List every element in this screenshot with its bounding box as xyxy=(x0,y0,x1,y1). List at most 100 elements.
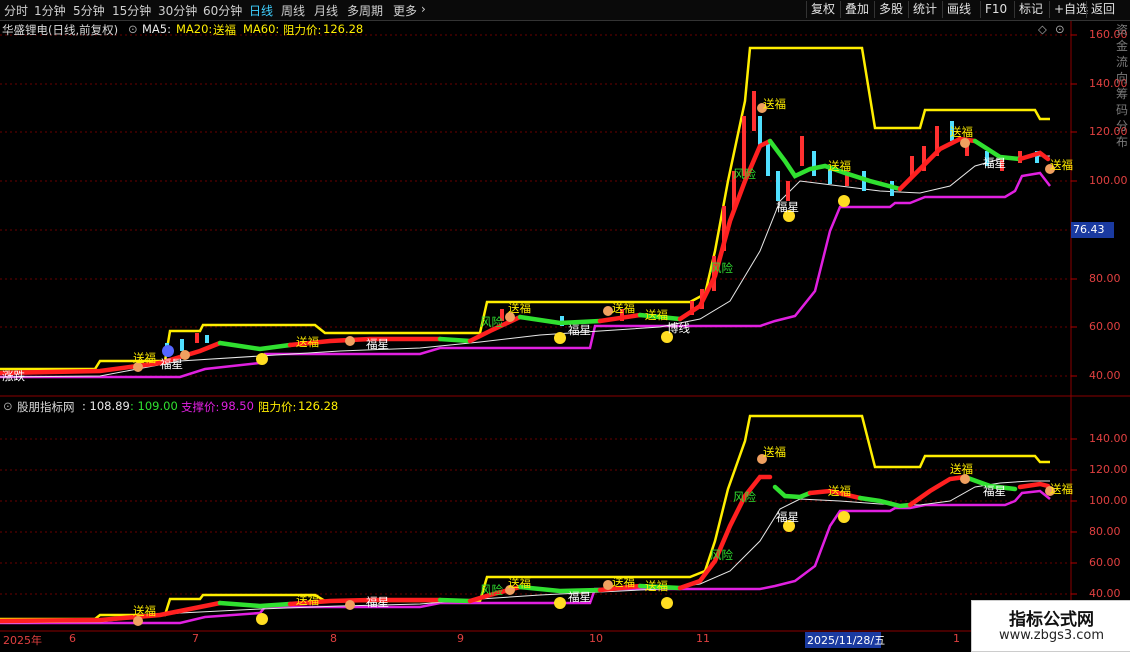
y-tick: 100.00 xyxy=(1089,174,1128,187)
candlesticks xyxy=(165,91,1039,353)
signal-label: 送福 xyxy=(296,593,319,607)
signal-label: 风险 xyxy=(710,548,733,562)
signal-label: 送福 xyxy=(133,604,156,618)
main-trend-line xyxy=(0,136,1051,376)
signal-label: 送福 xyxy=(612,575,635,589)
tab-multi-period[interactable]: 多周期 xyxy=(347,2,383,19)
signal-label: 福星 xyxy=(568,323,591,337)
signal-label: 送福 xyxy=(645,579,668,593)
signal-label: 送福 xyxy=(950,462,973,476)
y-tick: 140.00 xyxy=(1089,432,1128,445)
signal-label: 涨跌 xyxy=(2,369,25,383)
sub-value1: : 108.89 xyxy=(82,399,130,413)
y-tick: 60.00 xyxy=(1089,320,1121,333)
support-value: 98.50 xyxy=(221,399,254,413)
y-tick: 80.00 xyxy=(1089,525,1121,538)
signal-label: 风险 xyxy=(480,583,503,597)
resistance-value: 126.28 xyxy=(323,22,364,36)
signal-label: 福星 xyxy=(160,357,183,371)
y-tick: 120.00 xyxy=(1089,463,1128,476)
signal-label: 博线 xyxy=(667,321,690,335)
multi-stock-button[interactable]: 多股 xyxy=(874,1,907,18)
x-tick: 7 xyxy=(192,632,199,645)
draw-line-button[interactable]: 画线 xyxy=(942,1,975,18)
tab-1min[interactable]: 1分钟 xyxy=(34,2,66,19)
sub-resistance-label: 阻力价: xyxy=(258,400,297,414)
y-tick: 40.00 xyxy=(1089,587,1121,600)
ma60-label: MA60: xyxy=(243,22,280,36)
sub-panel-title: 股朋指标网 xyxy=(17,400,75,414)
tab-monthly[interactable]: 月线 xyxy=(314,2,338,19)
diamond-icon[interactable]: ◇ xyxy=(1038,22,1047,36)
x-tick: 10 xyxy=(589,632,603,645)
signal-label: 福星 xyxy=(983,156,1006,170)
adjust-button[interactable]: 复权 xyxy=(806,1,839,18)
watermark: 指标公式网 www.zbgs3.com xyxy=(971,600,1130,652)
overlay-button[interactable]: 叠加 xyxy=(840,1,873,18)
tab-60min[interactable]: 60分钟 xyxy=(203,2,242,19)
resistance-label: 阻力价: xyxy=(283,23,322,37)
support-label: 支撑价: xyxy=(181,400,220,414)
stats-button[interactable]: 统计 xyxy=(908,1,941,18)
x-tick: 11 xyxy=(696,632,710,645)
chevron-right-icon[interactable]: › xyxy=(421,2,426,16)
signal-label: 送福 xyxy=(296,335,319,349)
signal-label: 福星 xyxy=(776,510,799,524)
tab-more[interactable]: 更多 xyxy=(393,2,417,19)
period-toolbar: 分时 1分钟 5分钟 15分钟 30分钟 60分钟 日线 周线 月线 多周期 更… xyxy=(0,0,1130,21)
main-panel-title: 华盛锂电(日线,前复权) xyxy=(2,23,119,37)
signal-label: 送福 xyxy=(828,484,851,498)
x-tick: 9 xyxy=(457,632,464,645)
signal-label: 送福 xyxy=(763,97,786,111)
tab-daily[interactable]: 日线 xyxy=(249,2,273,19)
tab-timeshare[interactable]: 分时 xyxy=(4,2,28,19)
back-button[interactable]: 返回 xyxy=(1086,1,1119,18)
signal-label: 福星 xyxy=(776,200,799,214)
f10-button[interactable]: F10 xyxy=(980,1,1011,18)
x-tick: 8 xyxy=(330,632,337,645)
signal-label: 福星 xyxy=(366,337,389,351)
signal-label: 送福 xyxy=(763,445,786,459)
signal-label: 福星 xyxy=(983,484,1006,498)
signal-label: 送福 xyxy=(1050,158,1073,172)
indicator-toggle-icon[interactable]: ⊙ xyxy=(128,22,138,36)
current-price-tag: 76.43 xyxy=(1071,222,1114,238)
signal-label: 风险 xyxy=(480,315,503,329)
ma20-label: MA20: xyxy=(176,22,213,36)
ma20-value: 送福 xyxy=(213,23,236,37)
sub-trend-line xyxy=(0,474,1051,624)
signal-label: 送福 xyxy=(645,308,668,322)
settings-icon[interactable]: ⊙ xyxy=(1055,22,1065,36)
tab-weekly[interactable]: 周线 xyxy=(281,2,305,19)
signal-label: 送福 xyxy=(828,159,851,173)
sub-indicator-toggle-icon[interactable]: ⊙ xyxy=(3,399,13,413)
signal-label: 送福 xyxy=(508,301,531,315)
x-tick-current-date: 2025/11/28/五 xyxy=(807,634,886,647)
side-panel-tabs[interactable]: 资金流向筹码分布 xyxy=(1116,22,1130,150)
grid xyxy=(0,34,1071,595)
tab-15min[interactable]: 15分钟 xyxy=(112,2,151,19)
signal-label: 送福 xyxy=(950,125,973,139)
sub-support-line xyxy=(0,489,1051,625)
sub-signal-markers xyxy=(133,454,1055,626)
y-tick: 100.00 xyxy=(1089,494,1128,507)
mark-button[interactable]: 标记 xyxy=(1014,1,1047,18)
y-tick: 80.00 xyxy=(1089,272,1121,285)
signal-label: 送福 xyxy=(1050,482,1073,496)
kline-chart[interactable] xyxy=(0,21,1130,650)
y-tick-marks xyxy=(1071,34,1077,595)
sub-resistance-value: 126.28 xyxy=(298,399,339,413)
tab-5min[interactable]: 5分钟 xyxy=(73,2,105,19)
sub-value2: : 109.00 xyxy=(130,399,178,413)
x-tick: 2025年 xyxy=(3,634,42,647)
signal-label: 风险 xyxy=(733,167,756,181)
main-resistance-line xyxy=(0,46,1050,371)
signal-label: 风险 xyxy=(733,490,756,504)
watermark-url: www.zbgs3.com xyxy=(998,628,1105,643)
signal-label: 送福 xyxy=(133,351,156,365)
tab-30min[interactable]: 30分钟 xyxy=(158,2,197,19)
y-tick: 60.00 xyxy=(1089,556,1121,569)
ma5-label: MA5: xyxy=(142,22,171,36)
signal-label: 送福 xyxy=(612,301,635,315)
signal-label: 福星 xyxy=(366,595,389,609)
